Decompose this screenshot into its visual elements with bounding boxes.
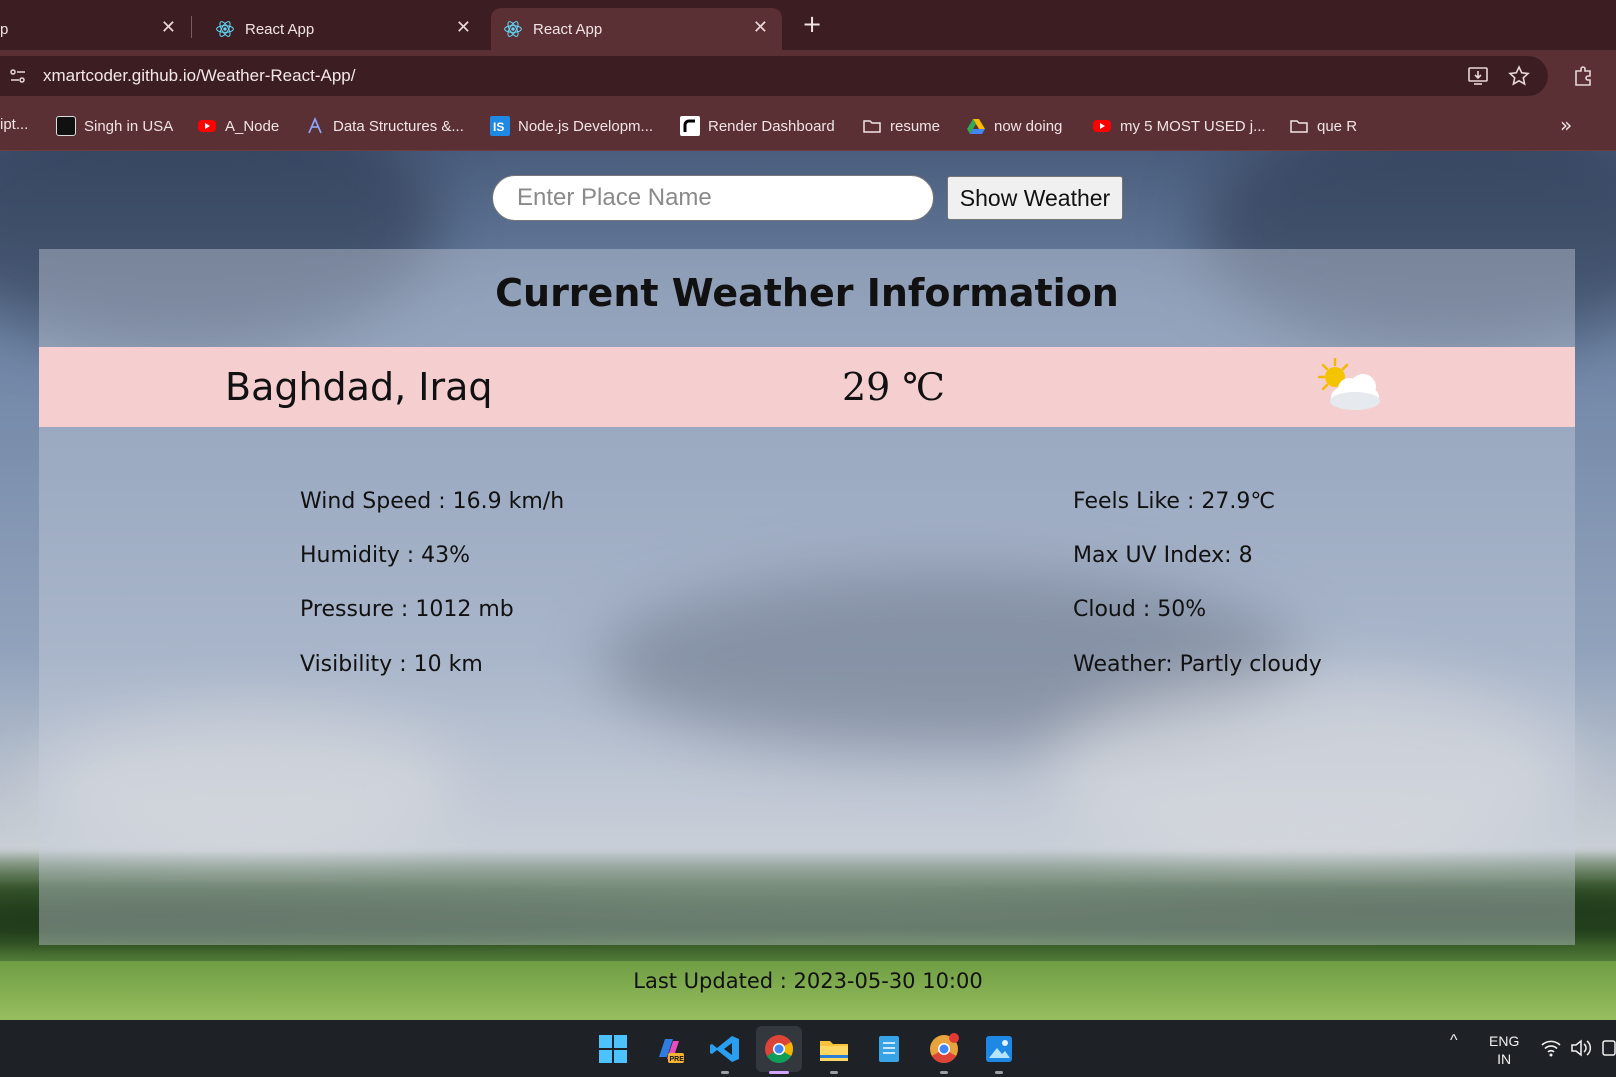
last-updated: Last Updated : 2023-05-30 10:00 — [633, 969, 983, 993]
bookmark-label: Data Structures &... — [333, 117, 464, 135]
bookmark-star-icon[interactable] — [1508, 65, 1530, 87]
folder-icon — [1290, 120, 1308, 133]
feels-like: Feels Like : 27.9℃ — [1073, 489, 1276, 514]
weather-summary-band: Baghdad, Iraq 29 ℃ — [39, 347, 1575, 427]
bookmark-item[interactable]: Render Dashboard — [680, 116, 835, 136]
new-tab-button[interactable]: + — [797, 10, 827, 38]
running-indicator — [830, 1071, 838, 1074]
chrome-canary-icon[interactable] — [928, 1033, 960, 1065]
tab-2-title: React App — [245, 20, 315, 38]
tab-3-title: React App — [533, 20, 603, 38]
site-settings-icon[interactable] — [8, 66, 28, 86]
tab-3-close-icon[interactable]: ✕ — [753, 17, 768, 38]
photos-icon[interactable] — [983, 1033, 1015, 1065]
browser-toolbar: xmartcoder.github.io/Weather-React-App/ — [0, 50, 1616, 103]
tab-2[interactable]: React App ✕ — [193, 8, 485, 50]
wind-speed: Wind Speed : 16.9 km/h — [300, 489, 565, 514]
file-explorer-icon[interactable] — [818, 1033, 850, 1065]
card-title: Current Weather Information — [495, 271, 1119, 315]
bookmark-label: Render Dashboard — [708, 117, 835, 135]
bookmark-item[interactable]: Singh in USA — [56, 116, 173, 136]
place-name-input[interactable] — [492, 175, 934, 221]
active-indicator — [769, 1071, 789, 1074]
language-code: ENG — [1489, 1033, 1520, 1049]
bookmark-item[interactable]: my 5 MOST USED j... — [1092, 116, 1266, 136]
bookmark-item[interactable]: Data Structures &... — [305, 116, 464, 136]
bookmark-item[interactable]: IS Node.js Developm... — [490, 116, 653, 136]
copilot-icon[interactable]: PRE — [653, 1033, 685, 1065]
region-code: IN — [1497, 1051, 1512, 1067]
more-bookmarks-icon[interactable]: » — [1560, 113, 1572, 137]
chrome-icon[interactable] — [763, 1033, 795, 1065]
humidity: Humidity : 43% — [300, 543, 471, 568]
bookmark-item[interactable]: resume — [862, 116, 940, 136]
running-indicator — [995, 1071, 1003, 1074]
course-icon — [308, 116, 322, 134]
bookmark-label: now doing — [994, 117, 1063, 135]
react-icon — [504, 21, 522, 37]
address-bar[interactable]: xmartcoder.github.io/Weather-React-App/ — [0, 56, 1548, 96]
bookmark-item[interactable]: now doing — [966, 116, 1062, 136]
tab-1-close-icon[interactable]: ✕ — [161, 17, 176, 38]
tab-1-title: p — [0, 20, 9, 38]
tab-1[interactable]: p ✕ — [0, 8, 190, 50]
notepad-icon[interactable] — [873, 1033, 905, 1065]
bookmark-label: my 5 MOST USED j... — [1120, 117, 1266, 135]
running-indicator — [940, 1071, 948, 1074]
bookmark-label: que R — [1317, 117, 1358, 135]
weather-app-page: Show Weather Current Weather Information… — [0, 151, 1616, 1020]
bookmark-item[interactable]: ipt... — [0, 116, 28, 133]
tab-separator — [191, 16, 192, 38]
render-icon — [680, 116, 700, 136]
visibility: Visibility : 10 km — [300, 652, 483, 677]
partly-cloudy-icon — [1317, 357, 1380, 410]
wifi-icon[interactable] — [1540, 1038, 1562, 1058]
bookmark-label: ipt... — [0, 116, 29, 133]
bookmarks-bar: ipt... Singh in USA A_Node Data Structur… — [0, 103, 1616, 151]
install-app-icon[interactable] — [1467, 65, 1489, 87]
svg-text:IS: IS — [493, 120, 504, 134]
channel-avatar-icon — [56, 116, 76, 136]
bookmark-label: Node.js Developm... — [518, 117, 654, 135]
vscode-icon[interactable] — [709, 1033, 741, 1065]
max-uv-index: Max UV Index: 8 — [1073, 543, 1253, 568]
tab-strip: p ✕ React App ✕ React App ✕ + — [0, 0, 1616, 50]
bookmark-item[interactable]: que R — [1289, 116, 1357, 136]
svg-text:PRE: PRE — [670, 1056, 685, 1063]
bookmark-item[interactable]: A_Node — [197, 116, 279, 136]
battery-icon[interactable] — [1602, 1039, 1616, 1057]
taskbar: PRE ^ ENG IN — [0, 1020, 1616, 1077]
bookmark-label: Singh in USA — [84, 117, 174, 135]
bookmark-label: resume — [890, 117, 941, 135]
show-hidden-icons-chevron[interactable]: ^ — [1450, 1032, 1458, 1050]
running-indicator — [721, 1071, 729, 1074]
cloud-cover: Cloud : 50% — [1073, 597, 1207, 622]
show-weather-button[interactable]: Show Weather — [947, 176, 1123, 220]
location-name: Baghdad, Iraq — [225, 365, 493, 409]
tab-3-active[interactable]: React App ✕ — [491, 8, 782, 50]
youtube-icon — [1093, 120, 1111, 132]
react-icon — [216, 21, 234, 37]
is-icon: IS — [490, 116, 510, 136]
drive-icon — [967, 119, 985, 134]
bookmark-label: A_Node — [225, 117, 280, 135]
folder-icon — [863, 120, 881, 133]
search-form: Show Weather — [0, 175, 1616, 223]
volume-icon[interactable] — [1570, 1038, 1592, 1058]
windows-start-icon[interactable] — [597, 1033, 629, 1065]
language-indicator[interactable]: ENG IN — [1489, 1032, 1519, 1068]
extensions-icon[interactable] — [1572, 65, 1594, 87]
url-text: xmartcoder.github.io/Weather-React-App/ — [43, 66, 356, 85]
weather-condition: Weather: Partly cloudy — [1073, 652, 1322, 677]
temperature: 29 ℃ — [842, 365, 945, 409]
youtube-icon — [198, 120, 216, 132]
pressure: Pressure : 1012 mb — [300, 597, 514, 622]
tab-2-close-icon[interactable]: ✕ — [456, 17, 471, 38]
weather-card: Current Weather Information Baghdad, Ira… — [39, 249, 1575, 945]
